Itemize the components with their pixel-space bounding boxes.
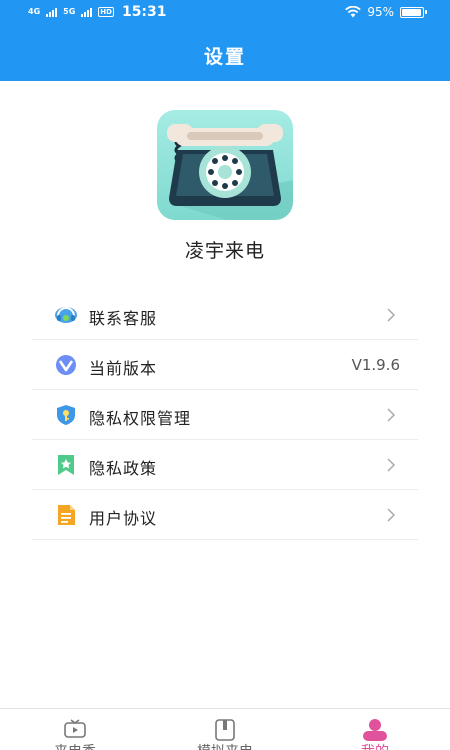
tab-simulate-call[interactable]: 模拟来电 [150, 709, 300, 750]
user-agreement-icon [58, 505, 75, 525]
network-4g-label: 4G [28, 7, 41, 16]
tab-label-simulate-call: 模拟来电 [150, 741, 300, 750]
page-title: 设置 [203, 46, 246, 68]
menu-label-privacy-policy: 隐私政策 [89, 459, 158, 478]
version-value: V1.9.6 [351, 356, 400, 374]
tab-label-profile: 我的 [300, 741, 450, 750]
bottom-nav: 来电秀 模拟来电 我的 [0, 708, 450, 750]
version-icon [56, 355, 76, 375]
privacy-permission-icon [57, 405, 75, 425]
signal-icon-2 [81, 7, 93, 17]
battery-icon [400, 6, 427, 18]
profile-icon [363, 719, 387, 741]
chevron-right-icon [387, 308, 396, 322]
network-5g-label: 5G [63, 7, 76, 16]
battery-fill [402, 8, 421, 16]
wifi-icon [345, 6, 362, 18]
chevron-right-icon [387, 508, 396, 522]
app-name: 凌宇来电 [184, 240, 265, 262]
privacy-policy-icon [58, 455, 74, 475]
menu-label-customer-service: 联系客服 [89, 309, 158, 328]
menu-label-version: 当前版本 [89, 359, 158, 378]
menu-item-version[interactable]: 当前版本 V1.9.6 [32, 340, 418, 390]
menu-item-privacy-policy[interactable]: 隐私政策 [32, 440, 418, 490]
battery-percent: 95% [367, 5, 394, 19]
status-time: 15:31 [121, 4, 167, 20]
tab-call-show[interactable]: 来电秀 [0, 709, 150, 750]
menu-item-customer-service[interactable]: 联系客服 [32, 290, 418, 340]
chevron-right-icon [387, 408, 396, 422]
customer-service-icon [55, 307, 77, 323]
menu-item-privacy-permission[interactable]: 隐私权限管理 [32, 390, 418, 440]
tv-icon [64, 719, 86, 738]
menu-label-user-agreement: 用户协议 [89, 509, 158, 528]
tab-profile[interactable]: 我的 [300, 709, 450, 750]
tab-label-call-show: 来电秀 [0, 741, 150, 750]
settings-screen: 4G 5G HD 15:31 95% 设置 凌宇来电 联系客服 当前版本 V1.… [0, 0, 450, 750]
settings-menu: 联系客服 当前版本 V1.9.6 隐私权限管理 隐私政策 用户协议 [32, 290, 418, 540]
hd-badge: HD [98, 7, 114, 17]
menu-item-user-agreement[interactable]: 用户协议 [32, 490, 418, 540]
header-bar: 4G 5G HD 15:31 95% 设置 [0, 0, 450, 81]
menu-label-privacy-permission: 隐私权限管理 [89, 409, 192, 428]
app-logo [157, 110, 293, 220]
simulate-call-icon [215, 719, 235, 741]
status-bar: 4G 5G HD 15:31 95% [0, 0, 450, 28]
chevron-right-icon [387, 458, 396, 472]
signal-icon [46, 7, 58, 17]
telephone-icon [167, 124, 293, 220]
